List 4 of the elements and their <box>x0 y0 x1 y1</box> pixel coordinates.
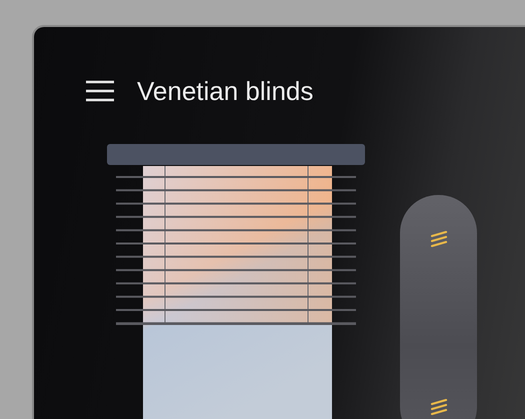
menu-icon[interactable] <box>85 80 115 102</box>
page-title: Venetian blinds <box>137 76 314 106</box>
grip-icon[interactable] <box>430 399 448 415</box>
grip-icon[interactable] <box>430 231 448 247</box>
